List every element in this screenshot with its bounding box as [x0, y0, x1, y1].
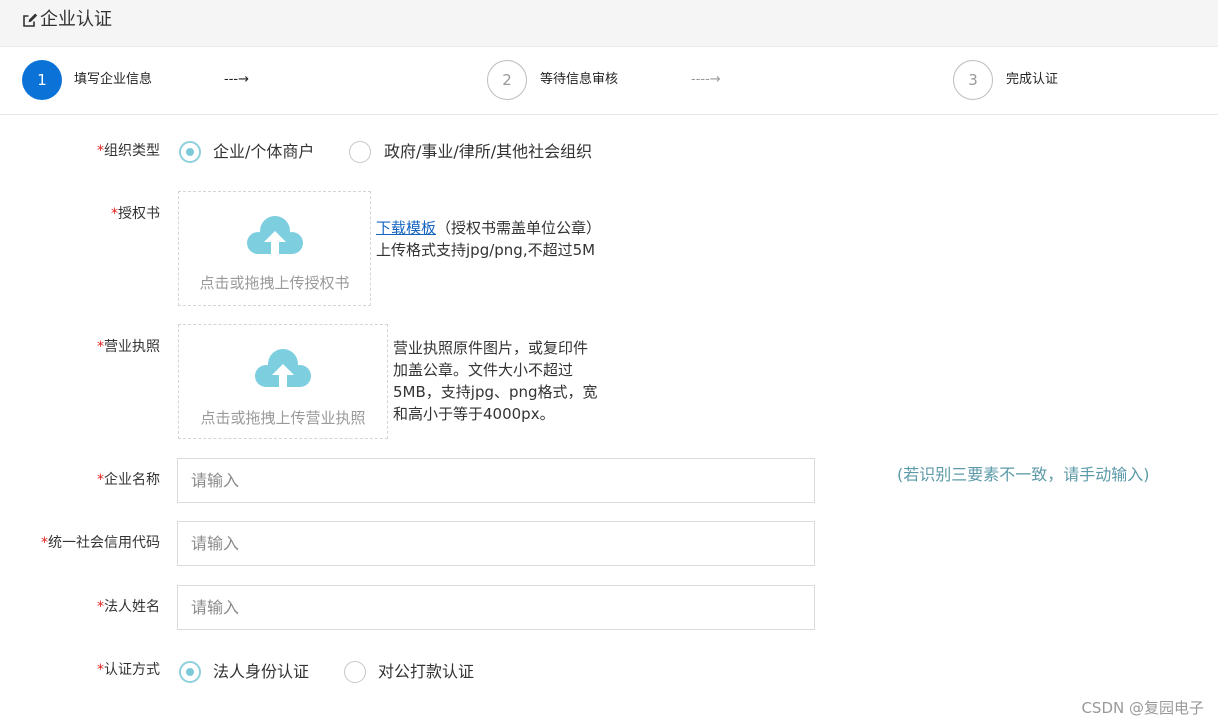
credit-code-input[interactable]	[177, 521, 815, 566]
authorization-upload-area[interactable]: 点击或拖拽上传授权书	[178, 191, 371, 306]
download-template-link[interactable]: 下载模板	[376, 219, 436, 237]
step-indicator: 1 填写企业信息 ---→ 2 等待信息审核 ----→ 3 完成认证	[0, 46, 1218, 115]
edit-icon	[23, 13, 38, 27]
org-type-option-enterprise[interactable]: 企业/个体商户	[213, 142, 314, 162]
auth-method-radio-payment[interactable]	[344, 661, 366, 683]
page-header: 企业认证	[0, 0, 1218, 47]
org-type-radio-enterprise[interactable]	[179, 141, 201, 163]
company-name-input[interactable]	[177, 458, 815, 503]
org-type-label: *组织类型	[97, 143, 160, 159]
org-type-radio-government[interactable]	[349, 141, 371, 163]
legal-name-input[interactable]	[177, 585, 815, 630]
authorization-upload-text: 点击或拖拽上传授权书	[199, 274, 350, 292]
authorization-label: *授权书	[111, 206, 160, 222]
license-label: *营业执照	[97, 339, 160, 355]
auth-method-option-payment[interactable]: 对公打款认证	[378, 662, 474, 682]
license-upload-text: 点击或拖拽上传营业执照	[200, 409, 366, 427]
credit-code-label: *统一社会信用代码	[41, 535, 160, 551]
step-1-label: 填写企业信息	[74, 72, 153, 87]
legal-name-label: *法人姓名	[97, 599, 160, 615]
step-3-circle: 3	[953, 60, 993, 100]
watermark: CSDN @复园电子	[1081, 699, 1204, 717]
step-2-label: 等待信息审核	[540, 72, 619, 87]
step-arrow: ---→	[224, 72, 249, 87]
authorization-note: 下载模板（授权书需盖单位公章） 上传格式支持jpg/png,不超过5M	[376, 219, 602, 259]
step-3-label: 完成认证	[1006, 72, 1059, 87]
step-2-circle: 2	[487, 60, 527, 100]
auth-method-radio-legal[interactable]	[179, 661, 201, 683]
ocr-mismatch-hint: (若识别三要素不一致，请手动输入)	[897, 465, 1150, 484]
org-type-option-government[interactable]: 政府/事业/律所/其他社会组织	[384, 142, 592, 162]
license-upload-area[interactable]: 点击或拖拽上传营业执照	[178, 324, 388, 439]
page-title: 企业认证	[40, 9, 112, 30]
company-name-label: *企业名称	[97, 472, 160, 488]
auth-method-label: *认证方式	[97, 662, 160, 678]
auth-method-option-legal[interactable]: 法人身份认证	[213, 662, 309, 682]
license-note: 营业执照原件图片，或复印件 加盖公章。文件大小不超过 5MB，支持jpg、png…	[393, 339, 598, 423]
cloud-upload-icon	[247, 216, 303, 254]
step-1-circle: 1	[22, 60, 62, 100]
step-arrow: ----→	[691, 72, 721, 87]
cloud-upload-icon	[255, 349, 311, 387]
